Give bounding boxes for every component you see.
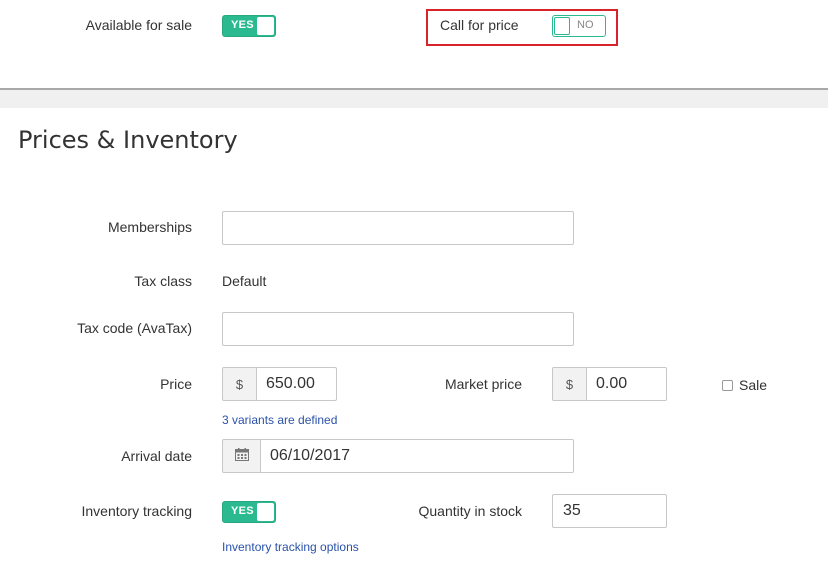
tax-code-input[interactable] [222,312,574,346]
sale-label: Sale [739,377,768,393]
toggle-knob [257,503,274,521]
call-for-price-label: Call for price [440,17,519,33]
calendar-icon [234,448,249,464]
top-settings-band [0,0,828,88]
toggle-knob [257,17,274,35]
arrival-date-input[interactable]: 06/10/2017 [260,439,574,473]
arrival-date-label: Arrival date [121,448,192,464]
inventory-tracking-label: Inventory tracking [81,503,193,519]
quantity-in-stock-label: Quantity in stock [418,503,523,519]
market-price-input-group: $ 0.00 [552,367,667,401]
toggle-knob [554,17,570,35]
price-label: Price [160,376,192,392]
call-for-price-toggle[interactable]: NO [552,15,606,37]
arrival-date-input-group: 06/10/2017 [222,439,574,473]
market-currency-addon: $ [552,367,586,401]
available-for-sale-label: Available for sale [85,17,192,33]
tax-class-label: Tax class [134,273,192,289]
price-currency-addon: $ [222,367,256,401]
toggle-state-label: YES [231,19,254,31]
market-price-input[interactable]: 0.00 [586,367,667,401]
inventory-tracking-options-link[interactable]: Inventory tracking options [222,540,359,554]
toggle-state-label: YES [231,505,254,517]
calendar-addon[interactable] [222,439,260,473]
available-for-sale-toggle[interactable]: YES [222,15,276,37]
inventory-tracking-toggle[interactable]: YES [222,501,276,523]
variants-defined-link[interactable]: 3 variants are defined [222,413,337,427]
tax-class-value: Default [222,273,267,289]
section-spacer [0,90,828,108]
page-title: Prices & Inventory [18,126,238,154]
market-price-label: Market price [444,376,522,392]
toggle-state-label: NO [577,19,594,31]
tax-code-label: Tax code (AvaTax) [77,320,192,336]
price-input-group: $ 650.00 [222,367,337,401]
quantity-in-stock-input[interactable]: 35 [552,494,667,528]
price-input[interactable]: 650.00 [256,367,337,401]
memberships-input[interactable] [222,211,574,245]
sale-checkbox[interactable] [722,380,733,391]
memberships-label: Memberships [107,219,192,235]
